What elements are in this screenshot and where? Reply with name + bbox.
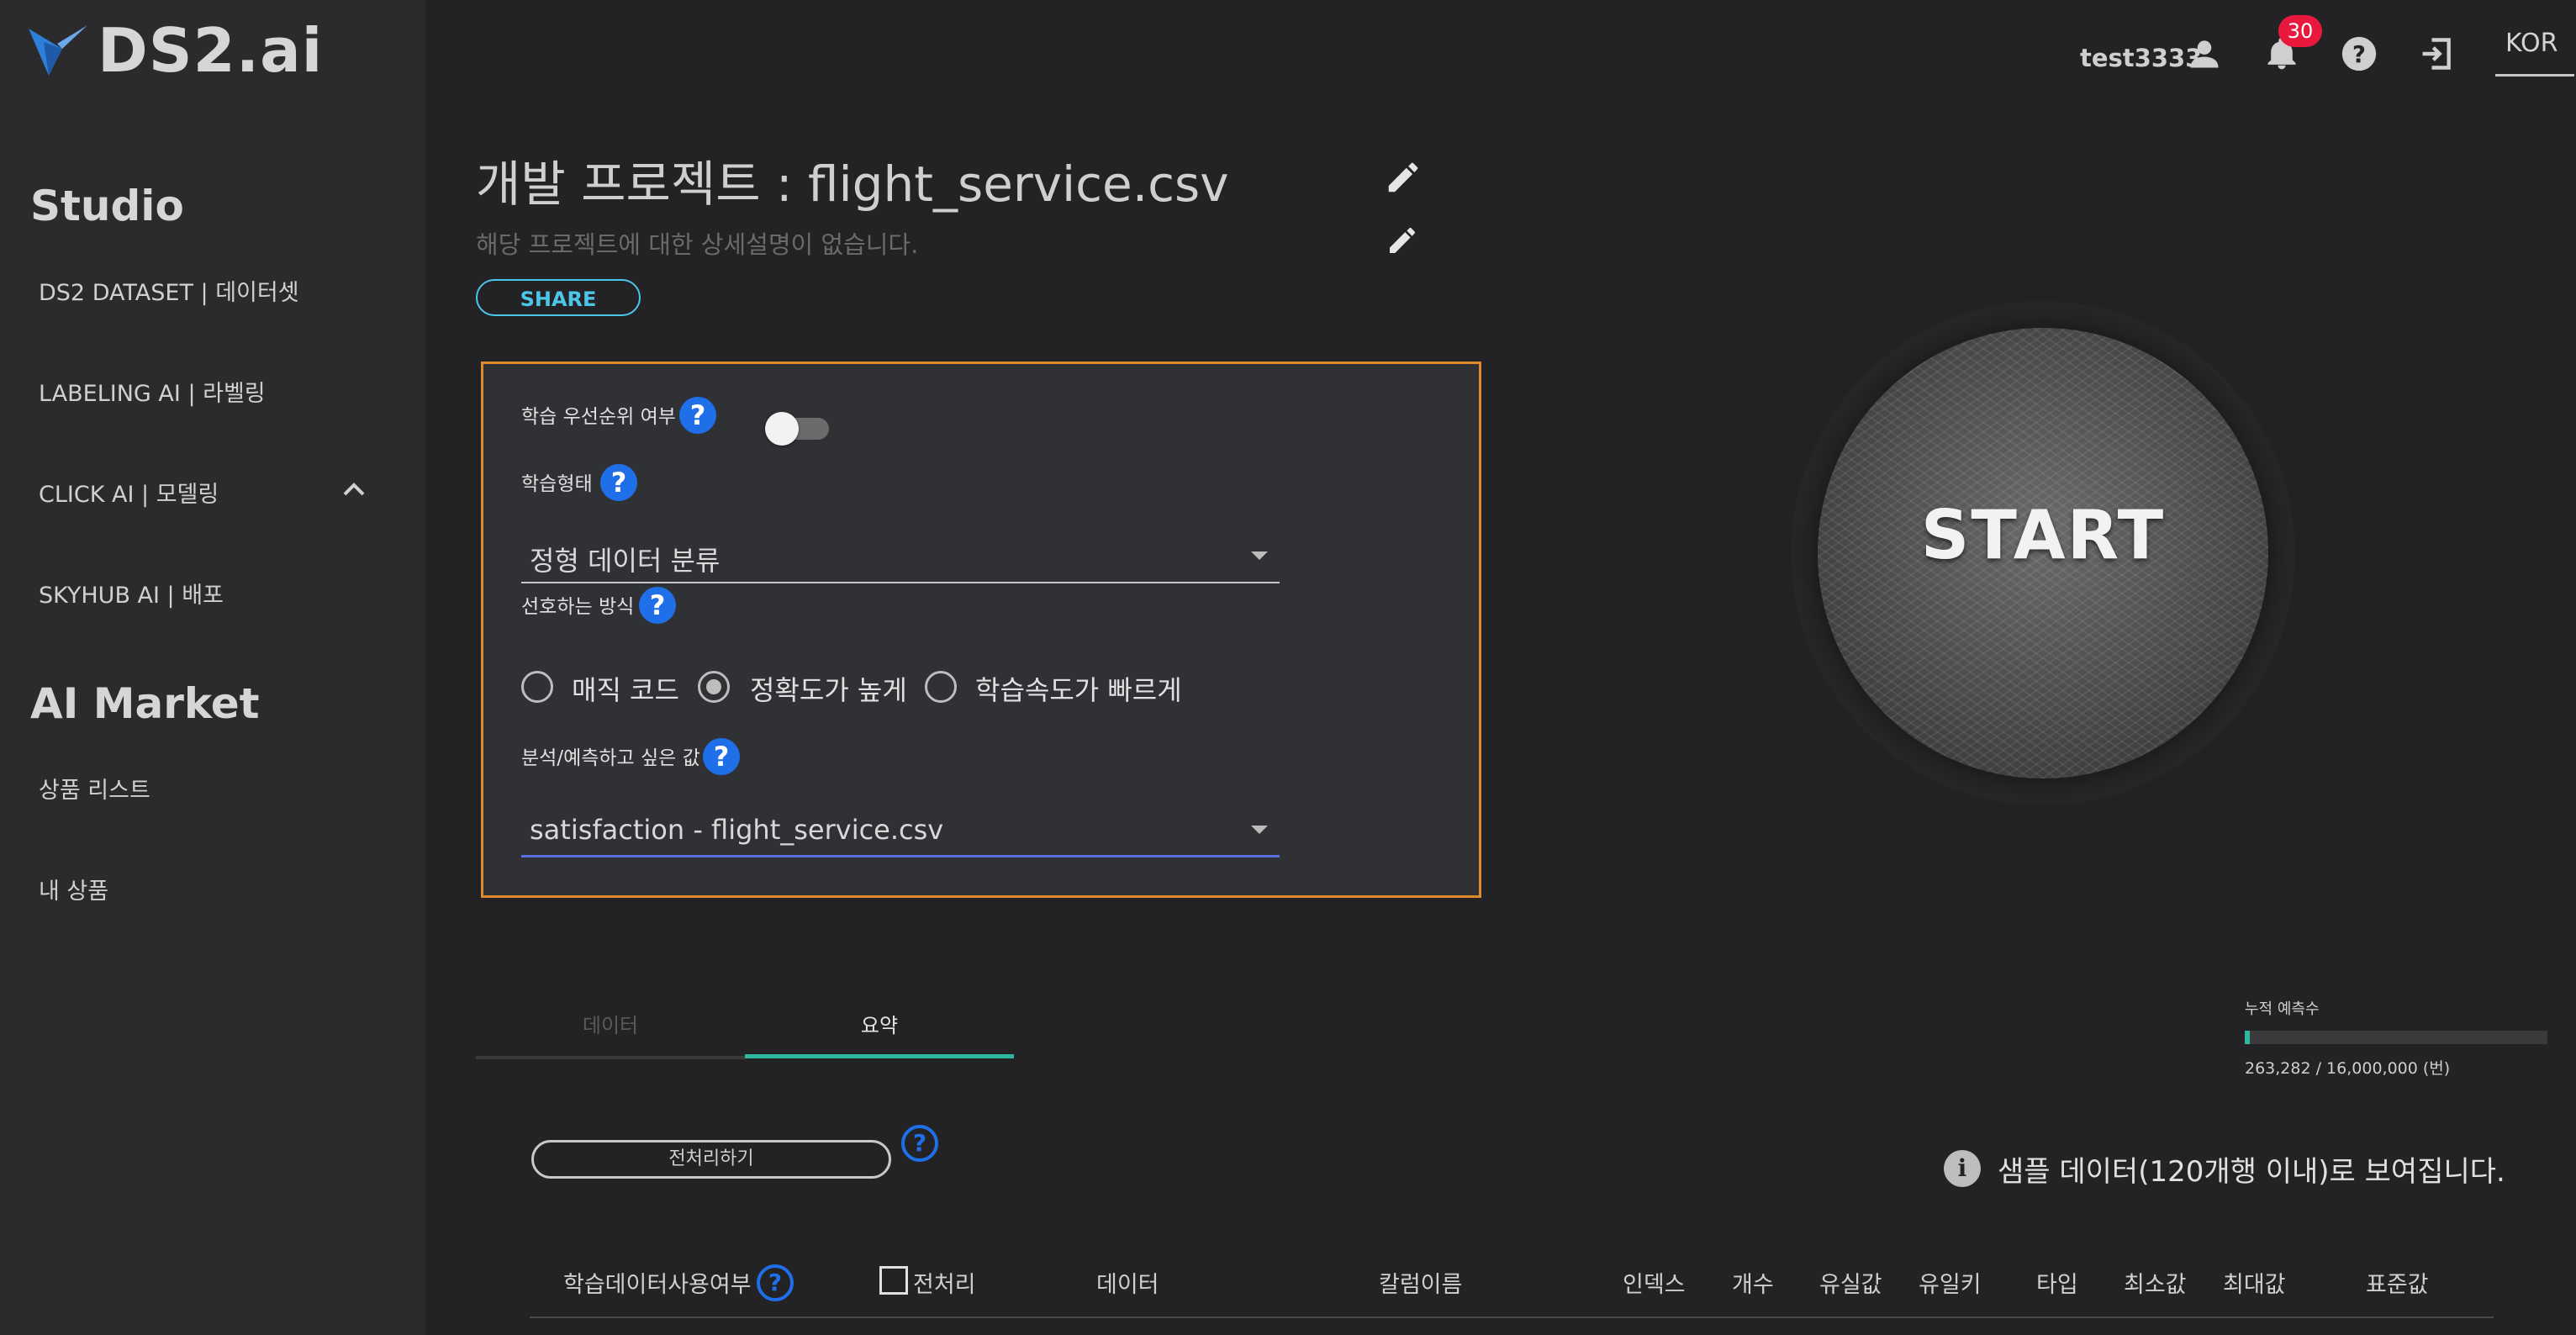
preprocess-button[interactable]: 전처리하기 bbox=[531, 1140, 891, 1179]
column-header-preprocess: 전처리 bbox=[913, 1272, 976, 1298]
column-header-std: 표준값 bbox=[2366, 1272, 2429, 1298]
tab-data[interactable]: 데이터 bbox=[476, 1009, 745, 1038]
notification-badge: 30 bbox=[2278, 15, 2322, 47]
priority-help-icon[interactable]: ? bbox=[679, 397, 716, 434]
section-title-studio: Studio bbox=[30, 182, 184, 230]
project-description: 해당 프로젝트에 대한 상세설명이 없습니다. bbox=[476, 230, 919, 259]
target-select[interactable]: satisfaction - flight_service.csv bbox=[521, 800, 1280, 857]
edit-title-pencil-icon[interactable] bbox=[1384, 158, 1423, 197]
caret-down-icon bbox=[1251, 826, 1268, 834]
method-option-speed[interactable]: 학습속도가 빠르게 bbox=[975, 669, 1182, 708]
target-label: 분석/예측하고 싶은 값 bbox=[521, 747, 700, 769]
method-radio-speed[interactable] bbox=[925, 671, 957, 703]
info-icon: i bbox=[1944, 1150, 1981, 1187]
accumulated-progress-bar bbox=[2245, 1031, 2547, 1044]
help-icon[interactable]: ? bbox=[2341, 35, 2378, 72]
column-header-missing: 유실값 bbox=[1819, 1272, 1882, 1298]
project-title: 개발 프로젝트 : flight_service.csv bbox=[476, 156, 1229, 213]
accumulated-value: 263,282 / 16,000,000 (번) bbox=[2245, 1059, 2451, 1078]
target-help-icon[interactable]: ? bbox=[703, 738, 740, 775]
sidebar-item-skyhub[interactable]: SKYHUB AI | 배포 bbox=[39, 577, 224, 609]
column-header-max: 최대값 bbox=[2223, 1272, 2286, 1298]
preprocess-checkbox[interactable] bbox=[879, 1266, 908, 1295]
chevron-up-icon[interactable] bbox=[340, 475, 368, 504]
priority-label: 학습 우선순위 여부 bbox=[521, 406, 676, 428]
preprocess-help-icon[interactable]: ? bbox=[901, 1125, 938, 1162]
sample-data-note: 샘플 데이터(120개행 이내)로 보여집니다. bbox=[1998, 1155, 2505, 1189]
sidebar-item-product-list[interactable]: 상품 리스트 bbox=[39, 772, 150, 805]
sidebar-item-labeling[interactable]: LABELING AI | 라벨링 bbox=[39, 375, 266, 408]
train-type-value: 정형 데이터 분류 bbox=[530, 545, 721, 577]
tab-underline bbox=[476, 1056, 745, 1059]
username: test3333 bbox=[2080, 44, 2203, 72]
start-label[interactable]: START bbox=[1818, 496, 2268, 574]
language-selector[interactable]: KOR bbox=[2505, 29, 2558, 58]
method-radio-accuracy[interactable] bbox=[698, 671, 730, 703]
edit-description-pencil-icon[interactable] bbox=[1386, 224, 1419, 257]
priority-toggle-knob[interactable] bbox=[765, 412, 799, 446]
train-type-label: 학습형태 bbox=[521, 473, 593, 495]
column-header-min: 최소값 bbox=[2124, 1272, 2187, 1298]
column-header-use-training: 학습데이터사용여부 bbox=[563, 1272, 752, 1298]
svg-text:?: ? bbox=[2352, 41, 2366, 68]
user-icon[interactable] bbox=[2186, 35, 2223, 72]
logout-icon[interactable] bbox=[2418, 35, 2455, 72]
accumulated-title: 누적 예측수 bbox=[2245, 1000, 2320, 1018]
table-header-divider bbox=[530, 1317, 2494, 1318]
column-header-data: 데이터 bbox=[1096, 1272, 1159, 1298]
caret-down-icon bbox=[1251, 551, 1268, 560]
column-header-unique: 유일키 bbox=[1919, 1272, 1982, 1298]
column-header-type: 타입 bbox=[2036, 1272, 2078, 1298]
target-value: satisfaction - flight_service.csv bbox=[530, 814, 944, 846]
section-title-ai-market: AI Market bbox=[30, 679, 260, 728]
sidebar-item-my-products[interactable]: 내 상품 bbox=[39, 873, 108, 905]
sidebar-item-dataset[interactable]: DS2 DATASET | 데이터셋 bbox=[39, 274, 299, 307]
method-label: 선호하는 방식 bbox=[521, 596, 635, 618]
logo-text[interactable]: DS2.ai bbox=[98, 15, 323, 86]
share-button[interactable]: SHARE bbox=[476, 279, 641, 316]
accumulated-progress-fill bbox=[2245, 1031, 2250, 1044]
sidebar: DS2.ai Studio DS2 DATASET | 데이터셋 LABELIN… bbox=[0, 0, 425, 1335]
column-header-index: 인덱스 bbox=[1623, 1272, 1686, 1298]
method-radio-magic-code[interactable] bbox=[521, 671, 553, 703]
column-header-column-name: 칼럼이름 bbox=[1379, 1272, 1463, 1298]
train-type-select[interactable]: 정형 데이터 분류 bbox=[521, 526, 1280, 583]
tab-active-indicator bbox=[745, 1054, 1014, 1058]
column-header-count: 개수 bbox=[1732, 1272, 1774, 1298]
sidebar-item-click-ai[interactable]: CLICK AI | 모델링 bbox=[39, 476, 219, 509]
language-underline bbox=[2495, 74, 2574, 77]
method-help-icon[interactable]: ? bbox=[639, 587, 676, 624]
method-option-accuracy[interactable]: 정확도가 높게 bbox=[750, 669, 907, 708]
use-training-help-icon[interactable]: ? bbox=[757, 1264, 794, 1301]
train-type-help-icon[interactable]: ? bbox=[600, 464, 637, 501]
method-option-magic-code[interactable]: 매직 코드 bbox=[572, 669, 679, 708]
tab-summary[interactable]: 요약 bbox=[745, 1009, 1014, 1038]
logo-icon bbox=[29, 25, 87, 76]
